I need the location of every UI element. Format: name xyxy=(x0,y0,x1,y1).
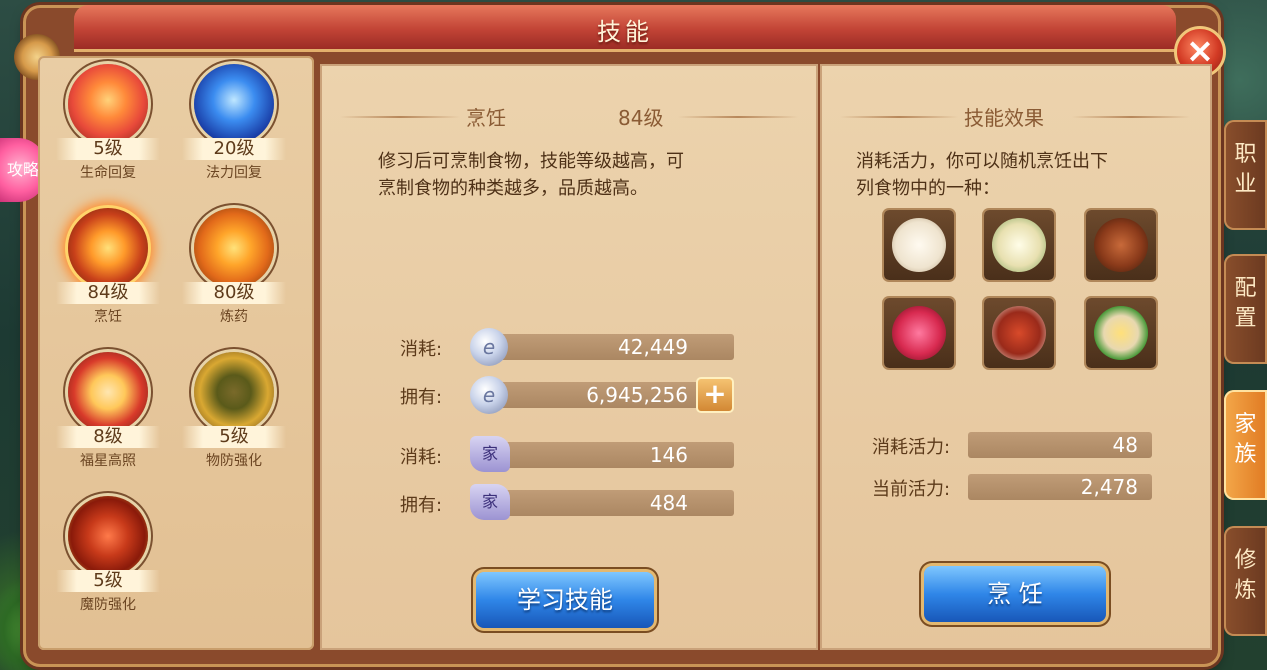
tab-label: 家 族 xyxy=(1234,412,1257,467)
food-slot[interactable] xyxy=(1086,298,1156,368)
skill-level: 5级 xyxy=(56,570,160,592)
skill-description: 修习后可烹制食物，技能等级越高，可 烹制食物的种类越多，品质越高。 xyxy=(378,148,798,202)
effect-heading: 技能效果 xyxy=(964,106,1044,130)
skill-effect-panel: 技能效果 消耗活力，你可以随机烹饪出下 列食物中的一种： 消耗活力: 48 当前… xyxy=(820,64,1212,650)
steamed-bun-icon xyxy=(892,218,946,272)
soup-icon xyxy=(1094,218,1148,272)
plus-icon: + xyxy=(703,377,727,410)
skill-name: 炼药 xyxy=(220,309,248,325)
tab-label: 修 炼 xyxy=(1234,548,1257,603)
silver-cost-row: 消耗: 42,449 e xyxy=(400,328,740,366)
vitality-cost-row: 消耗活力: 48 xyxy=(872,430,1212,460)
magic-shield-icon xyxy=(68,496,148,576)
food-slot[interactable] xyxy=(1086,210,1156,280)
contrib-cost-row: 消耗: 146 家 xyxy=(400,436,740,472)
vitality-current-value: 2,478 xyxy=(968,474,1152,500)
skill-level: 5级 xyxy=(56,138,160,160)
silver-coin-icon: e xyxy=(470,376,508,414)
divider xyxy=(678,116,798,118)
skill-level: 20级 xyxy=(182,138,286,160)
detail-skill-level: 84级 xyxy=(618,106,664,130)
description-line: 消耗活力，你可以随机烹饪出下 xyxy=(856,151,1108,172)
skill-level: 84级 xyxy=(56,282,160,304)
skill-name: 魔防强化 xyxy=(80,597,136,613)
title-bar: 技能 xyxy=(74,5,1176,52)
contrib-own-row: 拥有: 484 家 xyxy=(400,484,740,520)
noodles-icon xyxy=(1094,306,1148,360)
blue-orb-icon xyxy=(194,64,274,144)
family-scroll-icon: 家 xyxy=(470,436,510,472)
skill-level: 5级 xyxy=(182,426,286,448)
effect-description: 消耗活力，你可以随机烹饪出下 列食物中的一种： xyxy=(856,148,1196,202)
skill-item[interactable]: 5级 生命回复 xyxy=(48,64,168,204)
skill-level: 8级 xyxy=(56,426,160,448)
skill-item-selected[interactable]: 84级 烹饪 xyxy=(48,208,168,348)
tab-label: 配 置 xyxy=(1234,276,1257,331)
skill-item[interactable]: 5级 魔防强化 xyxy=(48,496,168,636)
window-title: 技能 xyxy=(597,18,653,46)
food-slot[interactable] xyxy=(884,298,954,368)
skill-item[interactable]: 80级 炼药 xyxy=(174,208,294,348)
skill-item[interactable]: 8级 福星高照 xyxy=(48,352,168,492)
cauldron-icon xyxy=(194,208,274,288)
cost-label: 消耗: xyxy=(400,339,443,360)
cooking-pot-icon xyxy=(68,208,148,288)
food-slot[interactable] xyxy=(884,210,954,280)
wine-jar-icon xyxy=(892,306,946,360)
own-label: 拥有: xyxy=(400,495,443,516)
peach-icon xyxy=(68,64,148,144)
cost-label: 消耗: xyxy=(400,447,443,468)
skill-detail-panel: 烹饪 84级 修习后可烹制食物，技能等级越高，可 烹制食物的种类越多，品质越高。… xyxy=(320,64,818,650)
skill-list: 5级 生命回复 20级 法力回复 84级 烹饪 80级 炼药 8级 福星高照 5… xyxy=(38,56,314,650)
skill-item[interactable]: 5级 物防强化 xyxy=(174,352,294,492)
description-line: 烹制食物的种类越多，品质越高。 xyxy=(378,178,648,199)
skill-name: 法力回复 xyxy=(206,165,262,181)
cook-button[interactable]: 烹 饪 xyxy=(924,566,1106,622)
tab-config[interactable]: 配 置 xyxy=(1224,254,1267,364)
vitality-cost-label: 消耗活力: xyxy=(872,437,951,458)
skill-name: 生命回复 xyxy=(80,165,136,181)
food-slot[interactable] xyxy=(984,210,1054,280)
skill-item[interactable]: 20级 法力回复 xyxy=(174,64,294,204)
food-slot[interactable] xyxy=(984,298,1054,368)
vitality-current-row: 当前活力: 2,478 xyxy=(872,472,1212,502)
contrib-cost-value: 146 xyxy=(492,442,734,468)
description-line: 列食物中的一种： xyxy=(856,178,1000,199)
contrib-own-value: 484 xyxy=(492,490,734,516)
own-label: 拥有: xyxy=(400,387,443,408)
description-line: 修习后可烹制食物，技能等级越高，可 xyxy=(378,151,684,172)
braised-pork-icon xyxy=(992,306,1046,360)
skill-name: 烹饪 xyxy=(94,309,122,325)
tab-family[interactable]: 家 族 xyxy=(1224,390,1267,500)
divider xyxy=(840,116,958,118)
divider xyxy=(340,116,460,118)
divider xyxy=(1072,116,1190,118)
skill-name: 物防强化 xyxy=(206,453,262,469)
vitality-cost-value: 48 xyxy=(968,432,1152,458)
shield-icon xyxy=(194,352,274,432)
silver-coin-icon: e xyxy=(470,328,508,366)
add-silver-button[interactable]: + xyxy=(696,377,734,413)
lucky-star-icon xyxy=(68,352,148,432)
tab-cultivation[interactable]: 修 炼 xyxy=(1224,526,1267,636)
tab-profession[interactable]: 职 业 xyxy=(1224,120,1267,230)
family-scroll-icon: 家 xyxy=(470,484,510,520)
skill-name: 福星高照 xyxy=(80,453,136,469)
learn-skill-button[interactable]: 学习技能 xyxy=(476,572,654,628)
guide-label: 攻略 xyxy=(6,160,39,179)
tab-label: 职 业 xyxy=(1234,142,1257,197)
detail-skill-name: 烹饪 xyxy=(466,106,506,130)
silver-cost-value: 42,449 xyxy=(492,334,734,360)
vitality-current-label: 当前活力: xyxy=(872,479,951,500)
skill-level: 80级 xyxy=(182,282,286,304)
porridge-icon xyxy=(992,218,1046,272)
